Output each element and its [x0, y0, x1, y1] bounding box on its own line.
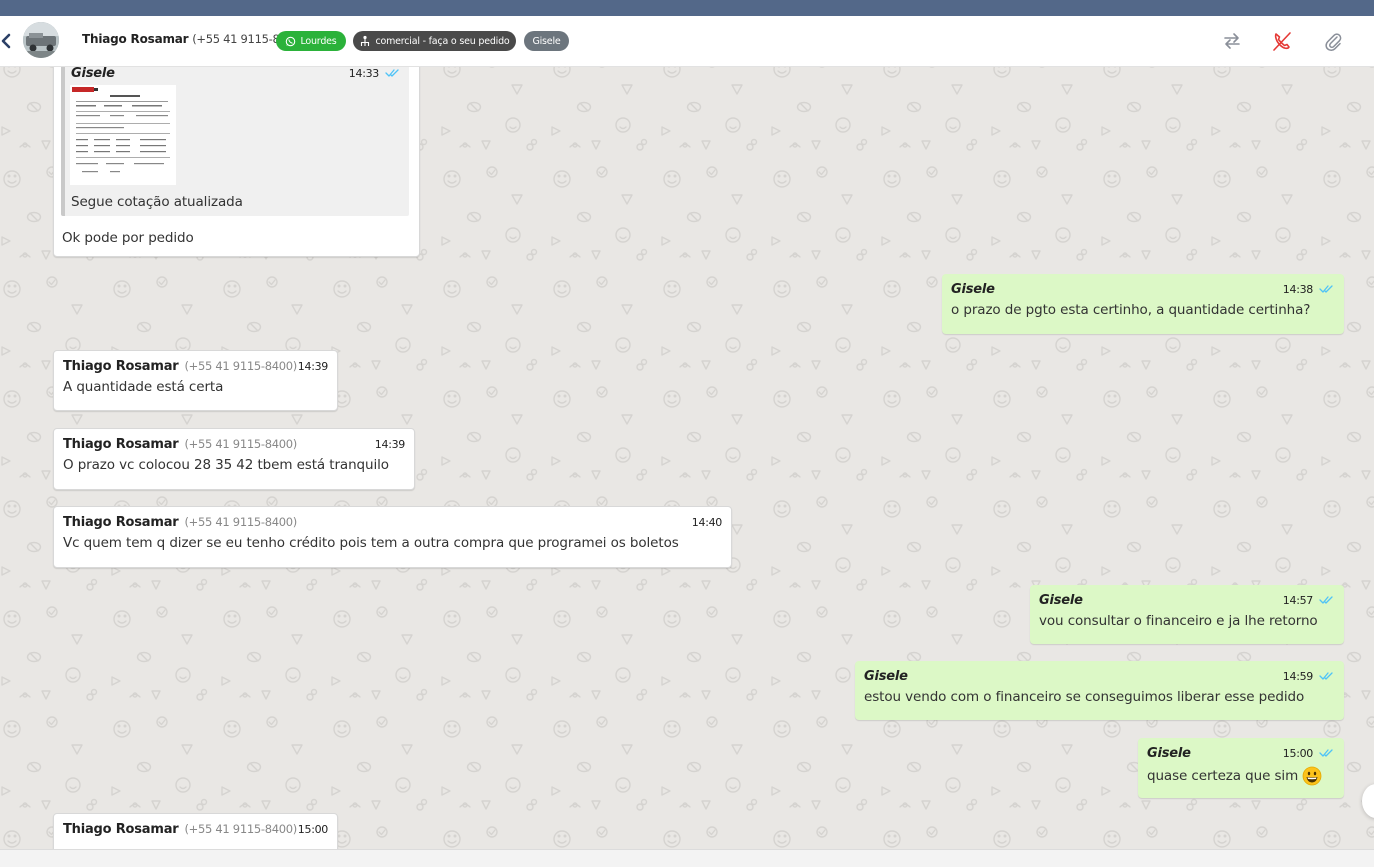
- message-text: Vc quem tem q dizer se eu tenho crédito …: [63, 535, 679, 551]
- message-sender: Thiago Rosamar: [63, 821, 179, 837]
- quoted-sender: Gisele: [71, 67, 115, 81]
- app-top-bar: [0, 0, 1374, 16]
- badge-whatsapp-label: Lourdes: [300, 35, 337, 47]
- queue-icon: [361, 35, 370, 46]
- message-time: 14:38: [1282, 282, 1314, 296]
- message-text: A quantidade está certa: [63, 379, 224, 395]
- avatar[interactable]: [23, 22, 59, 58]
- quoted-message[interactable]: Gisele 14:33 Segue cotação atualizada: [61, 67, 409, 216]
- message-bubble-incoming[interactable]: Gisele 14:33 Segue cotação atualizada Ok…: [53, 67, 420, 257]
- contact-name: Thiago Rosamar: [82, 32, 189, 46]
- message-time: 15:00: [297, 822, 329, 836]
- chat-area[interactable]: Gisele 14:33 Segue cotação atualizada Ok…: [0, 67, 1374, 849]
- message-header: Gisele 14:59: [864, 667, 1335, 685]
- message-text: vou consultar o financeiro e ja lhe reto…: [1039, 613, 1318, 629]
- quoted-caption: Segue cotação atualizada: [71, 194, 243, 210]
- contact-title: Thiago Rosamar (+55 41 9115-8400): [82, 32, 305, 46]
- message-header: Thiago Rosamar (+55 41 9115-8400) 15:00: [63, 820, 328, 838]
- message-sender-phone: (+55 41 9115-8400): [184, 359, 298, 373]
- chevron-left-icon[interactable]: [0, 30, 14, 52]
- message-time: 14:57: [1282, 593, 1314, 607]
- message-sender: Gisele: [1147, 745, 1191, 761]
- message-header: Gisele 14:38: [951, 280, 1335, 298]
- transfer-icon[interactable]: [1221, 30, 1243, 52]
- whatsapp-icon: [286, 36, 296, 46]
- message-bubble-incoming[interactable]: Thiago Rosamar (+55 41 9115-8400) 15:00: [53, 813, 338, 849]
- message-sender: Gisele: [951, 281, 995, 297]
- chat-header: Thiago Rosamar (+55 41 9115-8400) Lourde…: [0, 16, 1374, 67]
- quoted-header: Gisele 14:33: [71, 67, 401, 82]
- message-sender: Gisele: [1039, 592, 1083, 608]
- message-text: Ok pode por pedido: [62, 230, 194, 246]
- whatsapp-connection-badge[interactable]: Lourdes: [276, 31, 346, 51]
- end-call-icon[interactable]: [1271, 30, 1293, 52]
- message-bubble-incoming[interactable]: Thiago Rosamar (+55 41 9115-8400) 14:39 …: [53, 350, 338, 411]
- message-header: Thiago Rosamar (+55 41 9115-8400) 14:39: [63, 357, 328, 375]
- message-sender-phone: (+55 41 9115-8400): [184, 822, 298, 836]
- message-bubble-outgoing[interactable]: Gisele 15:00 quase certeza que sim: [1138, 738, 1344, 798]
- message-bubble-incoming[interactable]: Thiago Rosamar (+55 41 9115-8400) 14:39 …: [53, 428, 415, 490]
- message-header: Gisele 14:57: [1039, 591, 1335, 609]
- message-time: 15:00: [1282, 746, 1314, 760]
- read-check-icon: [1319, 596, 1333, 604]
- read-check-icon: [385, 69, 399, 77]
- message-text-row: quase certeza que sim: [1147, 766, 1335, 786]
- queue-badge[interactable]: comercial - faça o seu pedido: [353, 31, 516, 51]
- message-header: Gisele 15:00: [1147, 744, 1335, 762]
- message-sender-phone: (+55 41 9115-8400): [184, 437, 298, 451]
- message-sender: Thiago Rosamar: [63, 436, 179, 452]
- quoted-time: 14:33: [348, 67, 380, 80]
- document-preview-icon: [72, 87, 170, 173]
- message-time: 14:59: [1282, 669, 1314, 683]
- user-badge[interactable]: Gisele: [524, 31, 569, 51]
- badge-queue-label: comercial - faça o seu pedido: [375, 35, 510, 47]
- message-header: Thiago Rosamar (+55 41 9115-8400) 14:39: [63, 435, 405, 453]
- message-bubble-outgoing[interactable]: Gisele 14:59 estou vendo com o financeir…: [855, 661, 1344, 720]
- message-sender: Thiago Rosamar: [63, 358, 179, 374]
- message-text: quase certeza que sim: [1147, 768, 1299, 784]
- message-time: 14:39: [374, 437, 406, 451]
- message-bubble-outgoing[interactable]: Gisele 14:57 vou consultar o financeiro …: [1030, 585, 1344, 644]
- message-sender-phone: (+55 41 9115-8400): [184, 515, 298, 529]
- message-sender: Gisele: [864, 668, 908, 684]
- read-check-icon: [1319, 285, 1333, 293]
- message-time: 14:40: [691, 515, 723, 529]
- message-bubble-incoming[interactable]: Thiago Rosamar (+55 41 9115-8400) 14:40 …: [53, 506, 732, 568]
- read-check-icon: [1319, 672, 1333, 680]
- read-check-icon: [1319, 749, 1333, 757]
- message-text: estou vendo com o financeiro se consegui…: [864, 689, 1305, 705]
- message-input-bar[interactable]: [0, 849, 1374, 867]
- message-header: Thiago Rosamar (+55 41 9115-8400) 14:40: [63, 513, 722, 531]
- badge-user-label: Gisele: [532, 35, 561, 47]
- message-text: O prazo vc colocou 28 35 42 tbem está tr…: [63, 457, 389, 473]
- paperclip-icon[interactable]: [1322, 30, 1344, 52]
- quoted-image-thumbnail[interactable]: [70, 85, 176, 185]
- message-bubble-outgoing[interactable]: Gisele 14:38 o prazo de pgto esta certin…: [942, 274, 1344, 334]
- message-sender: Thiago Rosamar: [63, 514, 179, 530]
- grinning-face-emoji: [1302, 766, 1322, 786]
- message-text: o prazo de pgto esta certinho, a quantid…: [951, 302, 1311, 318]
- message-time: 14:39: [297, 359, 329, 373]
